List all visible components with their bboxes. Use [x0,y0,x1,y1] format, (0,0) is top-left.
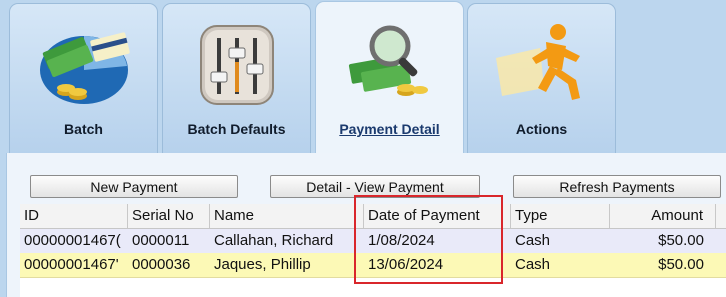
cell-name: Callahan, Richard [214,232,334,249]
cell-amount: $50.00 [658,232,704,249]
col-header-serial[interactable]: Serial No [128,204,210,228]
tab-payment-detail[interactable]: Payment Detail [315,1,464,155]
tab-batch[interactable]: Batch [9,3,158,154]
refresh-payments-button[interactable]: Refresh Payments [513,175,721,198]
col-header-type[interactable]: Type [511,204,610,228]
tab-batch-defaults-label: Batch Defaults [187,121,286,137]
tab-bar: Batch Batch Defaults Payment Detail Acti… [0,0,726,155]
col-header-name[interactable]: Name [210,204,364,228]
cell-serial: 0000036 [132,256,191,273]
tab-batch-defaults[interactable]: Batch Defaults [162,3,311,154]
table-row[interactable]: 00000001467( 0000011 Callahan, Richard 1… [20,229,726,254]
table-row[interactable]: 00000001467' 0000036 Jaques, Phillip 13/… [20,253,726,278]
cell-type: Cash [515,256,551,273]
col-header-date[interactable]: Date of Payment [364,204,511,228]
tab-actions[interactable]: Actions [467,3,616,154]
money-card-chart-icon [39,32,130,104]
cell-amount: $50.00 [658,256,704,273]
cell-id: 00000001467' [24,256,119,273]
col-header-amount[interactable]: Amount [610,204,716,228]
payments-table: ID Serial No Name Date of Payment Type A… [20,204,726,297]
new-payment-button[interactable]: New Payment [30,175,238,198]
cell-date: 1/08/2024 [368,232,435,249]
money-magnifier-icon [348,25,428,96]
slider-settings-icon [199,25,274,105]
cell-id: 00000001467( [24,232,121,249]
tab-payment-detail-label: Payment Detail [316,121,463,137]
tab-batch-label: Batch [64,121,103,137]
cell-serial: 0000011 [132,232,190,249]
cell-type: Cash [515,232,551,249]
running-man-icon [495,24,580,100]
col-header-id[interactable]: ID [20,204,128,228]
table-header: ID Serial No Name Date of Payment Type A… [20,204,726,229]
cell-date: 13/06/2024 [368,256,444,273]
detail-view-payment-button[interactable]: Detail - View Payment [270,175,480,198]
tab-actions-label: Actions [515,121,568,137]
tab-payment-detail-text: Payment Detail [339,121,440,137]
cell-name: Jaques, Phillip [214,256,311,273]
